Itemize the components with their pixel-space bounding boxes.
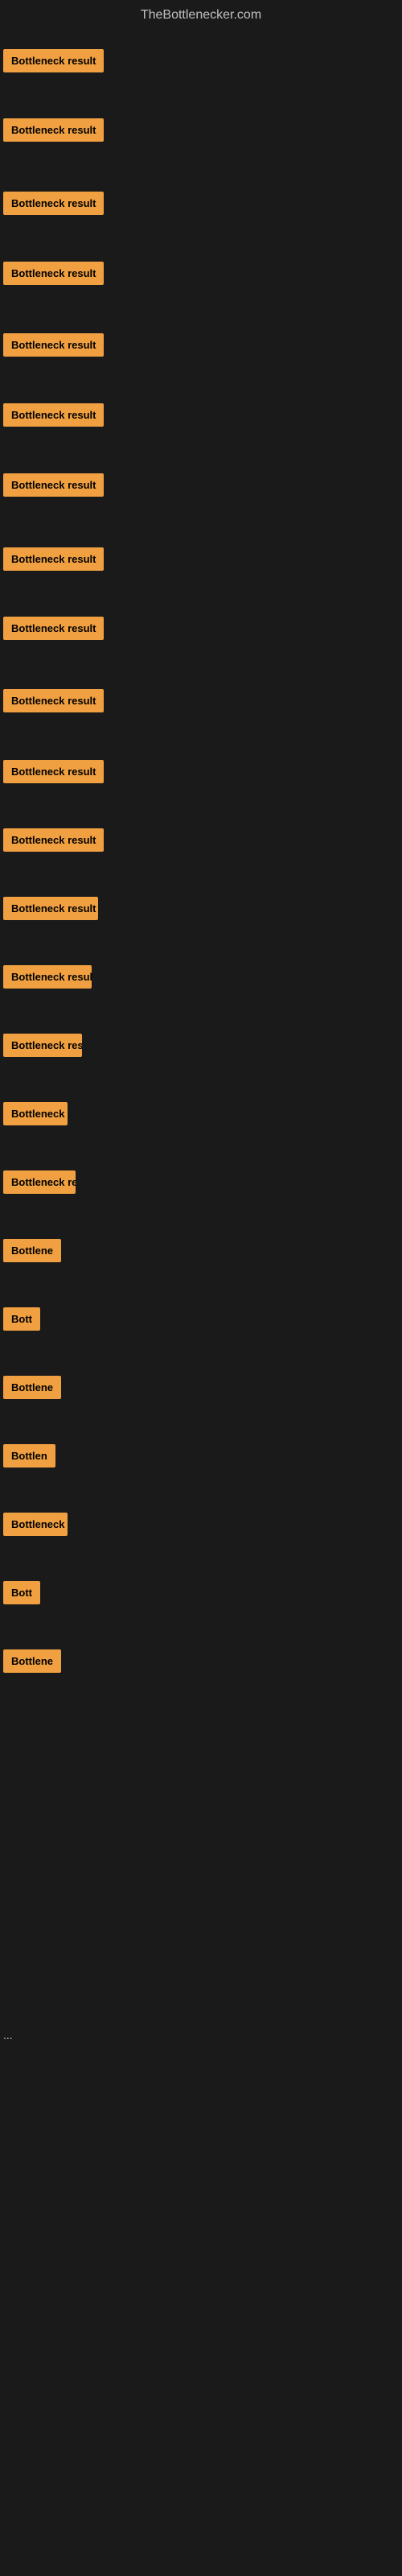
bottleneck-badge-19[interactable]: Bott (3, 1307, 40, 1331)
bottleneck-row-8: Bottleneck result (0, 544, 402, 578)
bottleneck-badge-4[interactable]: Bottleneck result (3, 262, 104, 285)
bottleneck-row-14: Bottleneck result (0, 962, 402, 996)
bottleneck-badge-15[interactable]: Bottleneck res (3, 1034, 82, 1057)
bottleneck-row-15: Bottleneck res (0, 1030, 402, 1064)
bottleneck-badge-21[interactable]: Bottlen (3, 1444, 55, 1468)
bottleneck-row-21: Bottlen (0, 1441, 402, 1475)
page-wrapper: TheBottlenecker.com ... Bottleneck resul… (0, 0, 402, 2576)
bottleneck-row-2: Bottleneck result (0, 115, 402, 149)
bottleneck-row-7: Bottleneck result (0, 470, 402, 504)
bottleneck-row-11: Bottleneck result (0, 757, 402, 791)
bottleneck-badge-2[interactable]: Bottleneck result (3, 118, 104, 142)
bottleneck-badge-18[interactable]: Bottlene (3, 1239, 61, 1262)
bottleneck-badge-13[interactable]: Bottleneck result (3, 897, 98, 920)
site-title: TheBottlenecker.com (0, 0, 402, 27)
bottleneck-badge-24[interactable]: Bottlene (3, 1649, 61, 1673)
bottleneck-row-1: Bottleneck result (0, 46, 402, 80)
bottleneck-badge-23[interactable]: Bott (3, 1581, 40, 1604)
bottleneck-row-12: Bottleneck result (0, 825, 402, 859)
bottleneck-badge-10[interactable]: Bottleneck result (3, 689, 104, 712)
bottleneck-badge-6[interactable]: Bottleneck result (3, 403, 104, 427)
bottleneck-badge-11[interactable]: Bottleneck result (3, 760, 104, 783)
bottleneck-badge-7[interactable]: Bottleneck result (3, 473, 104, 497)
bottleneck-row-23: Bott (0, 1578, 402, 1612)
bottleneck-row-4: Bottleneck result (0, 258, 402, 292)
bottleneck-badge-16[interactable]: Bottleneck (3, 1102, 68, 1125)
bottleneck-row-13: Bottleneck result (0, 894, 402, 927)
bottleneck-badge-14[interactable]: Bottleneck result (3, 965, 92, 989)
bottleneck-row-5: Bottleneck result (0, 330, 402, 364)
bottleneck-badge-17[interactable]: Bottleneck re (3, 1170, 76, 1194)
bottleneck-row-22: Bottleneck (0, 1509, 402, 1543)
bottleneck-row-10: Bottleneck result (0, 686, 402, 720)
bottleneck-row-16: Bottleneck (0, 1099, 402, 1133)
bottleneck-badge-1[interactable]: Bottleneck result (3, 49, 104, 72)
bottleneck-row-19: Bott (0, 1304, 402, 1338)
bottleneck-row-3: Bottleneck result (0, 188, 402, 222)
bottleneck-row-24: Bottlene (0, 1646, 402, 1680)
bottleneck-badge-5[interactable]: Bottleneck result (3, 333, 104, 357)
bottleneck-row-9: Bottleneck result (0, 613, 402, 647)
bottleneck-badge-3[interactable]: Bottleneck result (3, 192, 104, 215)
bottleneck-badge-12[interactable]: Bottleneck result (3, 828, 104, 852)
bottleneck-badge-9[interactable]: Bottleneck result (3, 617, 104, 640)
bottleneck-row-17: Bottleneck re (0, 1167, 402, 1201)
bottleneck-badge-20[interactable]: Bottlene (3, 1376, 61, 1399)
bottleneck-badge-22[interactable]: Bottleneck (3, 1513, 68, 1536)
bottleneck-row-20: Bottlene (0, 1373, 402, 1406)
bottleneck-list (0, 27, 402, 34)
bottleneck-badge-8[interactable]: Bottleneck result (3, 547, 104, 571)
bottleneck-row-18: Bottlene (0, 1236, 402, 1269)
bottleneck-row-6: Bottleneck result (0, 400, 402, 434)
ellipsis-marker: ... (3, 2029, 13, 2041)
